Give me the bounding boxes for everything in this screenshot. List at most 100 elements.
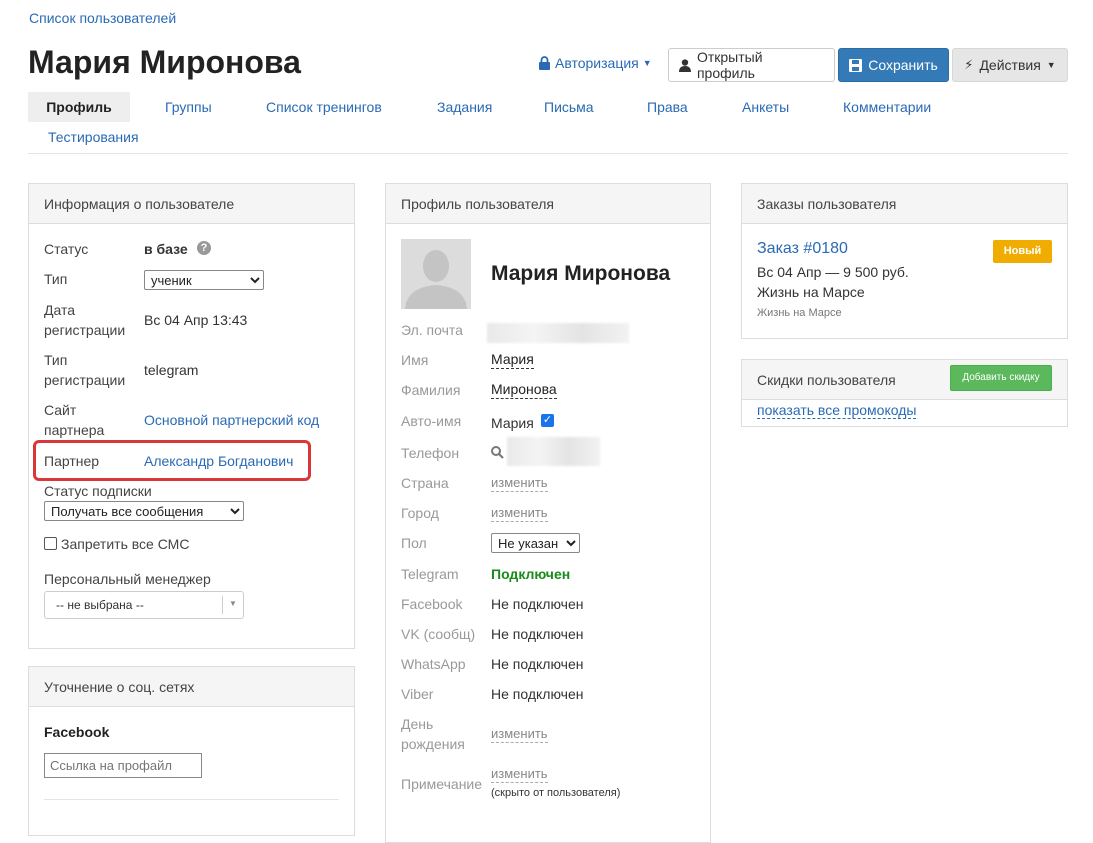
partner-site-label-1: Сайт	[44, 402, 77, 418]
country-change-link[interactable]: изменить	[491, 475, 548, 492]
tab-trainings[interactable]: Список тренингов	[246, 92, 402, 122]
first-name-label: Имя	[401, 352, 429, 368]
country-label: Страна	[401, 475, 449, 491]
avatar[interactable]	[401, 239, 471, 309]
open-profile-label: Открытый профиль	[696, 49, 763, 81]
orders-heading: Заказы пользователя	[742, 184, 1067, 224]
telegram-status: Подключен	[491, 566, 571, 582]
subscription-label: Статус подписки	[44, 483, 152, 499]
partner-site-link[interactable]: Основной партнерский код	[144, 410, 319, 430]
email-label: Эл. почта	[401, 322, 463, 338]
viber-status: Не подключен	[491, 686, 584, 702]
phone-value-redacted	[507, 437, 600, 466]
auth-label: Авторизация	[555, 55, 639, 71]
subscription-select[interactable]: Получать все сообщения	[44, 501, 244, 521]
sms-checkbox[interactable]	[44, 537, 57, 550]
tab-surveys[interactable]: Анкеты	[722, 92, 809, 122]
reg-date-value: Вс 04 Апр 13:43	[144, 312, 248, 328]
auto-name-label: Авто-имя	[401, 413, 462, 429]
user-info-heading: Информация о пользователе	[29, 184, 354, 224]
social-panel: Уточнение о соц. сетях	[28, 666, 355, 836]
birthday-label-1: День	[401, 716, 434, 732]
social-heading: Уточнение о соц. сетях	[29, 667, 354, 707]
phone-label: Телефон	[401, 445, 460, 461]
city-change-link[interactable]: изменить	[491, 505, 548, 522]
telegram-label: Telegram	[401, 566, 459, 582]
order-link[interactable]: Заказ #0180	[757, 240, 848, 258]
city-label: Город	[401, 505, 439, 521]
partner-site-label-2: партнера	[44, 422, 105, 438]
open-profile-button[interactable]: Открытый профиль	[668, 48, 835, 82]
manager-value: -- не выбрана --	[56, 598, 144, 612]
vk-label: VK (сообщ)	[401, 626, 476, 642]
facebook-status: Не подключен	[491, 596, 584, 612]
order-product: Жизнь на Марсе	[757, 284, 865, 300]
status-label: Статус	[44, 241, 89, 257]
actions-label: Действия	[979, 57, 1041, 73]
birthday-change-link[interactable]: изменить	[491, 726, 548, 743]
reg-date-label-1: Дата	[44, 302, 76, 318]
whatsapp-status: Не подключен	[491, 656, 584, 672]
reg-type-value: telegram	[144, 362, 199, 378]
email-value-redacted	[487, 323, 629, 343]
last-name-value[interactable]: Миронова	[491, 380, 557, 399]
reg-type-label-2: регистрации	[44, 372, 126, 388]
save-label: Сохранить	[868, 57, 938, 73]
lock-icon	[539, 56, 550, 70]
gender-label: Пол	[401, 535, 427, 551]
auth-dropdown[interactable]: Авторизация ▼	[538, 55, 652, 71]
vk-status: Не подключен	[491, 626, 584, 642]
facebook-label: Facebook	[401, 596, 463, 612]
search-icon[interactable]	[491, 446, 504, 459]
manager-select[interactable]: -- не выбрана -- ▼	[44, 591, 244, 619]
status-value: в базе	[144, 241, 188, 257]
whatsapp-label: WhatsApp	[401, 656, 466, 672]
caret-down-icon: ▼	[1046, 60, 1056, 70]
profile-name: Мария Миронова	[491, 262, 671, 285]
profile-tabs: Профиль Группы Список тренингов Задания …	[28, 92, 1068, 154]
type-select[interactable]: ученик	[144, 270, 264, 290]
partner-label: Партнер	[44, 453, 100, 469]
viber-label: Viber	[401, 686, 434, 702]
tab-groups[interactable]: Группы	[145, 92, 232, 122]
type-label: Тип	[44, 271, 68, 287]
partner-link[interactable]: Александр Богданович	[144, 451, 293, 471]
social-facebook-label: Facebook	[44, 724, 110, 740]
bolt-icon: ⚡	[964, 57, 974, 72]
page-title: Мария Миронова	[28, 44, 301, 80]
last-name-label: Фамилия	[401, 382, 461, 398]
tab-testing[interactable]: Тестирования	[28, 122, 159, 152]
sms-label: Запретить все СМС	[61, 536, 190, 552]
caret-down-icon: ▼	[642, 58, 652, 68]
breadcrumb-user-list[interactable]: Список пользователей	[29, 10, 176, 26]
tab-letters[interactable]: Письма	[524, 92, 614, 122]
note-hint: (скрыто от пользователя)	[491, 787, 621, 799]
tab-profile[interactable]: Профиль	[28, 92, 130, 122]
gender-select[interactable]: Не указан	[491, 533, 580, 553]
social-divider	[44, 799, 339, 800]
birthday-label-2: рождения	[401, 736, 465, 752]
actions-dropdown-button[interactable]: ⚡ Действия ▼	[952, 48, 1068, 82]
save-button[interactable]: Сохранить	[838, 48, 949, 82]
tab-tasks[interactable]: Задания	[417, 92, 512, 122]
help-icon[interactable]: ?	[197, 241, 211, 255]
note-change-link[interactable]: изменить	[491, 766, 548, 783]
order-product-small: Жизнь на Марсе	[757, 307, 842, 319]
order-date-price: Вс 04 Апр — 9 500 руб.	[757, 264, 909, 280]
add-discount-button[interactable]: Добавить скидку	[950, 365, 1052, 391]
auto-name-value: Мария	[491, 415, 534, 431]
floppy-icon	[849, 58, 863, 72]
auto-name-checkbox[interactable]: ✓	[541, 414, 554, 427]
reg-date-label-2: регистрации	[44, 322, 126, 338]
facebook-profile-input[interactable]	[44, 753, 202, 778]
caret-down-icon: ▼	[229, 599, 237, 608]
user-icon	[679, 58, 691, 72]
first-name-value[interactable]: Мария	[491, 350, 534, 369]
tab-rights[interactable]: Права	[627, 92, 708, 122]
show-promocodes-link[interactable]: показать все промокоды	[757, 402, 917, 419]
profile-heading: Профиль пользователя	[386, 184, 710, 224]
manager-select-divider	[222, 596, 223, 614]
note-label: Примечание	[401, 776, 483, 792]
tab-comments[interactable]: Комментарии	[823, 92, 951, 122]
order-status-badge: Новый	[993, 240, 1052, 263]
